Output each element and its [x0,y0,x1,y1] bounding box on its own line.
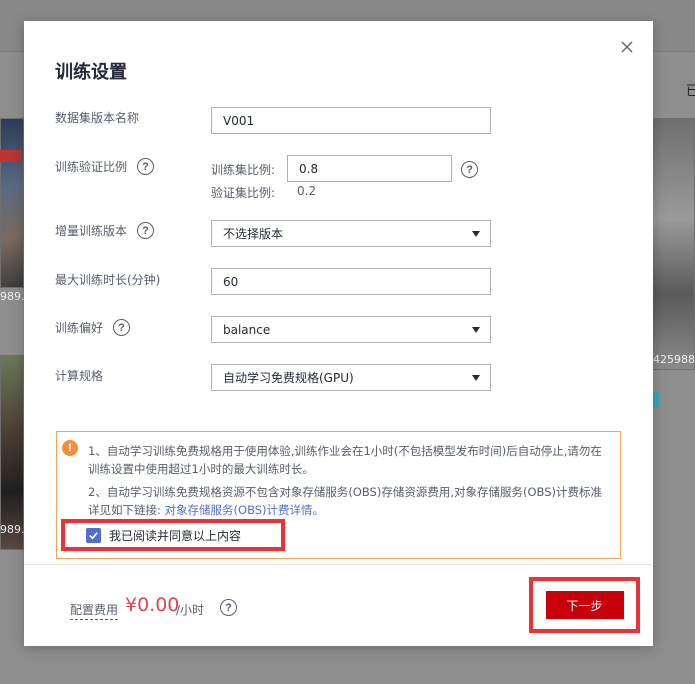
train-ratio-input[interactable] [287,155,452,182]
help-icon[interactable]: ? [220,599,237,616]
val-ratio-label: 验证集比例: [211,186,276,200]
background-right-text: 已 [686,84,695,99]
agree-label: 我已阅读并同意以上内容 [109,528,242,543]
next-highlight: 下一步 [529,577,640,633]
compute-spec-label-text: 计算规格 [55,369,104,383]
help-icon[interactable]: ? [137,158,155,175]
help-icon[interactable]: ? [113,319,131,336]
agree-checkbox[interactable] [86,527,101,543]
preference-label-text: 训练偏好 [55,321,104,335]
max-duration-label-text: 最大训练时长(分钟) [55,273,161,287]
close-icon[interactable] [617,37,637,57]
incremental-version-selected: 不选择版本 [223,227,284,241]
close-icon-glyph [621,41,633,53]
chevron-down-icon [472,327,480,333]
fee-label[interactable]: 配置费用 [70,601,119,620]
notice-line-2: 2、自动学习训练免费规格资源不包含对象存储服务(OBS)存储资源费用,对象存储服… [88,483,608,519]
chevron-down-icon [472,231,480,237]
fee-price: ¥0.00 [125,594,180,616]
footer-divider [24,564,653,565]
chevron-down-icon [472,375,480,381]
compute-spec-selected: 自动学习免费规格(GPU) [223,371,354,385]
background-tag [0,150,22,162]
help-icon[interactable]: ? [461,161,478,178]
dataset-version-label: 数据集版本名称 [55,109,139,126]
dataset-version-input[interactable] [211,107,491,134]
split-ratio-label-text: 训练验证比例 [55,160,128,174]
agree-highlight: 我已阅读并同意以上内容 [61,519,285,551]
notice-box: ! 1、自动学习训练免费规格用于使用体验,训练作业会在1小时(不包括模型发布时间… [56,431,621,559]
split-ratio-label: 训练验证比例 ? [55,158,155,175]
obs-billing-link[interactable]: 对象存储服务(OBS)计费详情。 [165,503,325,517]
compute-spec-label: 计算规格 [55,367,103,384]
background-thumbnail [0,355,24,550]
incremental-version-select[interactable]: 不选择版本 [211,220,491,247]
preference-select[interactable]: balance [211,316,491,343]
compute-spec-select[interactable]: 自动学习免费规格(GPU) [211,364,491,391]
max-duration-input[interactable] [211,268,491,295]
preference-selected: balance [223,322,271,337]
checkmark-icon [89,531,98,539]
background-thumbnail [0,118,24,288]
help-icon[interactable]: ? [137,222,155,239]
dataset-version-label-text: 数据集版本名称 [55,111,140,125]
train-ratio-label: 训练集比例: [211,163,276,177]
background-thumbnail-label: 425988 [653,353,695,366]
max-duration-label: 最大训练时长(分钟) [55,271,160,288]
dialog-title: 训练设置 [55,62,127,83]
training-settings-dialog: 训练设置 数据集版本名称 训练验证比例 ? 训练集比例: ? 验证集比例: 0.… [24,21,653,646]
background-status-bar [652,392,659,408]
background-thumbnail [652,118,695,370]
preference-label: 训练偏好 ? [55,319,131,336]
fee-unit: /小时 [176,603,205,617]
incremental-version-label: 增量训练版本 ? [55,222,155,239]
warning-icon: ! [62,440,78,456]
notice-line-1: 1、自动学习训练免费规格用于使用体验,训练作业会在1小时(不包括模型发布时间)后… [88,444,602,476]
val-ratio-value: 0.2 [297,184,317,198]
incremental-version-label-text: 增量训练版本 [55,224,128,238]
next-button[interactable]: 下一步 [545,591,624,619]
